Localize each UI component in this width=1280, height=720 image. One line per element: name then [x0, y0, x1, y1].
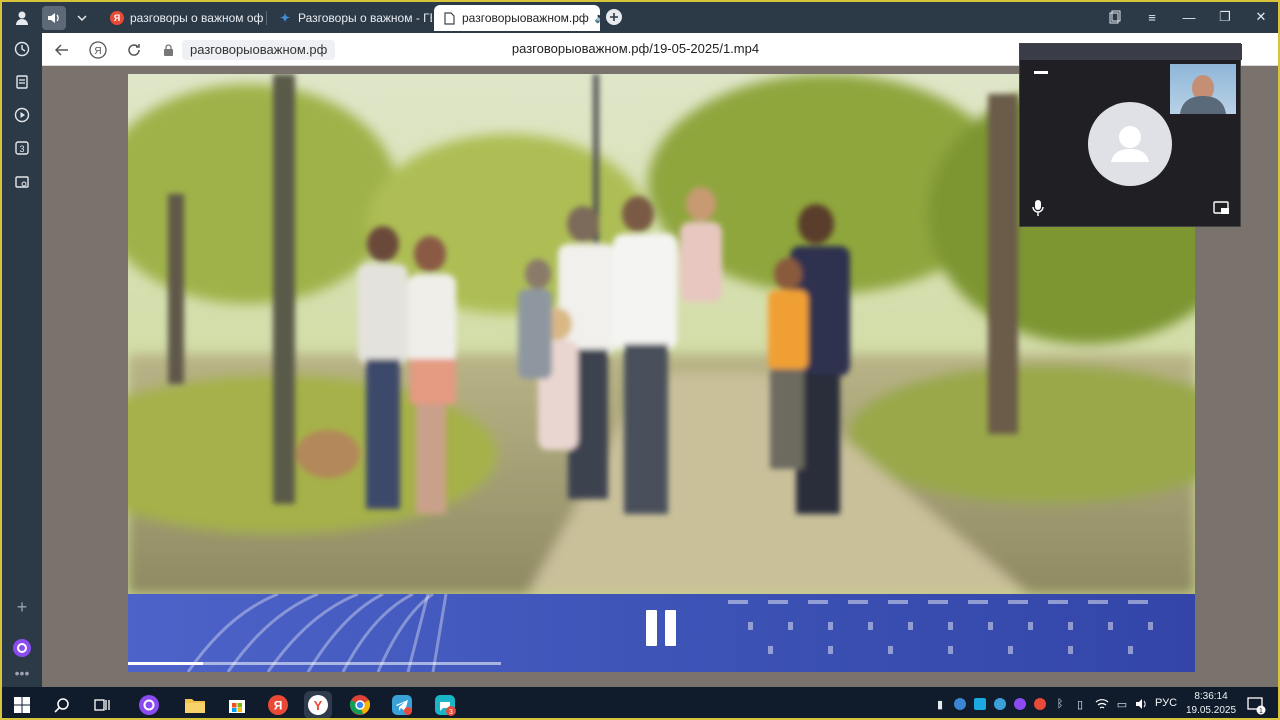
messenger-icon[interactable]: 3: [431, 691, 459, 718]
media-icon[interactable]: [10, 103, 34, 127]
windows-start-icon[interactable]: [8, 691, 36, 718]
svg-text:Я: Я: [274, 699, 283, 713]
clock-time: 8:36:14: [1194, 691, 1228, 702]
more-icon[interactable]: •••: [10, 661, 34, 685]
counter-icon[interactable]: 3: [10, 136, 34, 160]
store-icon[interactable]: [223, 691, 251, 718]
svg-text:3: 3: [449, 709, 453, 716]
clock-date: 19.05.2025: [1185, 705, 1237, 716]
yandex-app-icon[interactable]: Я: [264, 691, 292, 718]
collections-icon[interactable]: [10, 70, 34, 94]
tab-title: разговорыоважном.рф: [462, 11, 589, 25]
yandex-icon: Я: [110, 11, 124, 25]
yandex-browser-icon[interactable]: Y: [304, 691, 332, 718]
svg-text:Y: Y: [314, 698, 323, 713]
wifi-icon[interactable]: [1094, 696, 1110, 712]
call-window-header[interactable]: [1020, 44, 1242, 60]
file-explorer-icon[interactable]: [181, 691, 209, 718]
microphone-icon[interactable]: [1028, 198, 1048, 218]
tray-app-icon-4[interactable]: [1012, 696, 1028, 712]
buffer-bar[interactable]: [128, 662, 501, 665]
tray-app-icon-1[interactable]: [952, 696, 968, 712]
pause-button[interactable]: [644, 610, 678, 646]
bookmarks-icon[interactable]: [1102, 6, 1128, 28]
tab-3-active[interactable]: разговорыоважном.рф 🔈 ×: [434, 5, 600, 31]
svg-text:3: 3: [19, 144, 24, 154]
battery-icon[interactable]: ▯: [1072, 696, 1088, 712]
language-indicator[interactable]: РУС: [1155, 697, 1177, 709]
progress-fill: [128, 662, 203, 665]
notification-count: 1: [1259, 708, 1263, 715]
screenshot-icon[interactable]: [10, 170, 34, 194]
task-view-icon[interactable]: [88, 691, 116, 718]
notifications-icon[interactable]: 1: [1246, 695, 1266, 715]
taskbar: Я Y 3 ▮ ᛒ ▯ ▭ РУС 8:36:14 19.05.2025 1: [2, 687, 1278, 718]
alice-icon[interactable]: [10, 636, 34, 660]
tab-strip: Я разговоры о важном офи ✦ Разговоры о в…: [2, 2, 1278, 33]
chevron-down-icon[interactable]: [70, 6, 94, 30]
restore-button[interactable]: ❐: [1212, 6, 1238, 28]
tab-divider: [266, 11, 267, 25]
screen: Я разговоры о важном офи ✦ Разговоры о в…: [0, 0, 1280, 720]
history-icon[interactable]: [10, 37, 34, 61]
tray-app-icon-2[interactable]: [972, 696, 988, 712]
chrome-icon[interactable]: [346, 691, 374, 718]
picture-in-picture-icon[interactable]: [1212, 198, 1232, 218]
usb-icon[interactable]: ▮: [932, 696, 948, 712]
document-icon: [442, 11, 456, 25]
video-controls-bar: [128, 594, 1195, 672]
telegram-red-icon[interactable]: [388, 691, 416, 718]
tray-yandex-icon[interactable]: [1032, 696, 1048, 712]
participant-thumbnail: [1170, 64, 1236, 114]
minimize-call-icon[interactable]: [1034, 71, 1048, 74]
tab-2[interactable]: ✦ Разговоры о важном - ГБ: [270, 5, 432, 31]
tab-title: разговоры о важном офи: [130, 11, 264, 25]
add-icon[interactable]: +: [10, 595, 34, 619]
tray-app-icon-3[interactable]: [992, 696, 1008, 712]
tab-title: Разговоры о важном - ГБ: [298, 11, 432, 25]
volume-icon[interactable]: [1134, 696, 1150, 712]
clock[interactable]: 8:36:14 19.05.2025: [1182, 690, 1240, 718]
new-tab-button[interactable]: [602, 5, 626, 29]
alice-taskbar-icon[interactable]: [135, 691, 163, 718]
avatar: [1088, 102, 1172, 186]
star-icon: ✦: [279, 11, 291, 25]
profile-icon[interactable]: [10, 6, 34, 30]
power-icon[interactable]: ▭: [1114, 696, 1130, 712]
sidebar: 3 + •••: [2, 33, 42, 687]
sound-icon[interactable]: [42, 6, 66, 30]
bluetooth-icon[interactable]: ᛒ: [1052, 696, 1068, 712]
menu-icon[interactable]: ≡: [1139, 6, 1165, 28]
tab-audio-icon[interactable]: 🔈: [595, 13, 600, 24]
tab-1[interactable]: Я разговоры о важном офи: [102, 5, 264, 31]
close-window-button[interactable]: ✕: [1248, 6, 1274, 28]
minimize-button[interactable]: —: [1176, 6, 1202, 28]
search-icon[interactable]: [48, 691, 76, 718]
call-window[interactable]: [1019, 43, 1242, 227]
